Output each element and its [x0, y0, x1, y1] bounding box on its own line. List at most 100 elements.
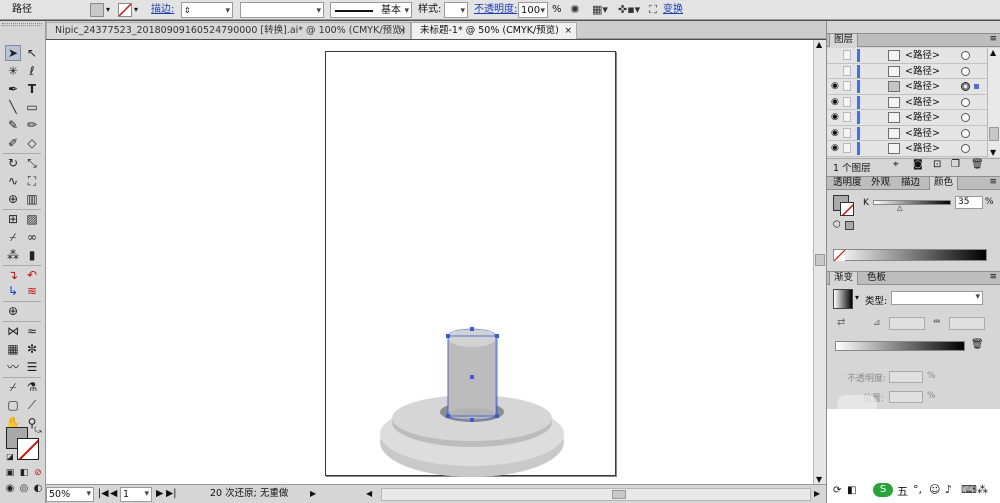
tray-app-icon[interactable]: ⟳: [833, 485, 841, 496]
locate-object-icon[interactable]: ⌖: [893, 159, 899, 170]
panel-menu-icon[interactable]: ≡: [989, 34, 997, 44]
gradient-trash-icon[interactable]: 🗑: [971, 339, 984, 350]
target-circle-icon[interactable]: [961, 128, 970, 138]
tab-color[interactable]: 颜色: [929, 177, 959, 190]
stroke-weight-field[interactable]: ⇕: [181, 2, 233, 19]
pedestal-artwork[interactable]: [326, 52, 617, 477]
artboard-nav-next-icon[interactable]: ▶: [156, 487, 163, 502]
layer-row[interactable]: ◉ <路径>: [827, 141, 987, 157]
knife-tool-icon[interactable]: ⟋: [24, 397, 40, 413]
stroke-weight-spinner[interactable]: ⇕: [184, 3, 191, 19]
layers-scroll-down[interactable]: ▼: [990, 148, 996, 157]
tray-keyboard-icon[interactable]: ⌨: [961, 483, 977, 496]
screen-mode-icon[interactable]: ◐: [30, 481, 46, 497]
opacity-label-link[interactable]: 不透明度:: [474, 2, 517, 18]
ime-logo-icon[interactable]: S: [873, 483, 893, 497]
magic-wand-tool-icon[interactable]: ✳: [5, 63, 21, 79]
graphic-style-dropdown[interactable]: [444, 2, 468, 19]
envelope-tool-icon[interactable]: ⋈: [5, 323, 21, 339]
warp-tool-icon[interactable]: ∿: [5, 173, 21, 189]
mesh-tool-icon[interactable]: ⊞: [5, 211, 21, 227]
artboard-tool-icon[interactable]: ↴: [5, 267, 21, 283]
visibility-eye-icon[interactable]: ◉: [831, 128, 841, 138]
layers-scroll-thumb[interactable]: [989, 127, 999, 141]
stroke-swatch[interactable]: [118, 3, 132, 17]
direct-selection-tool-icon[interactable]: ↖: [24, 45, 40, 61]
layer-row[interactable]: ◉ <路径>: [827, 110, 987, 126]
scroll-down-arrow[interactable]: ▼: [816, 475, 822, 484]
transform-icon[interactable]: ⛶: [646, 2, 660, 18]
tab-transparency[interactable]: 透明度: [829, 177, 866, 190]
hscroll-left-arrow[interactable]: ◀: [366, 487, 372, 502]
symbol-sprayer-tool-icon[interactable]: ⁂: [5, 247, 21, 263]
layer-row[interactable]: ◉ <路径>: [827, 79, 987, 95]
visibility-eye-icon[interactable]: ◉: [831, 112, 841, 122]
lock-toggle[interactable]: [843, 112, 851, 122]
pucker-tool-icon[interactable]: 〰: [5, 359, 21, 375]
color-spectrum-bar[interactable]: [833, 249, 987, 262]
tray-menu-icon[interactable]: ⁂: [977, 483, 988, 496]
stroke-label-link[interactable]: 描边:: [151, 2, 174, 18]
target-circle-icon[interactable]: [961, 82, 970, 91]
reverse-gradient-icon[interactable]: ⇄: [837, 317, 845, 328]
eyedropper-tool-icon[interactable]: ⌿: [5, 229, 21, 245]
tray-mic-icon[interactable]: ♪: [945, 483, 952, 496]
type-tool-icon[interactable]: T: [24, 81, 40, 97]
lock-toggle[interactable]: [843, 50, 851, 60]
new-sublayer-icon[interactable]: ⊡: [933, 159, 941, 170]
lock-toggle[interactable]: [843, 81, 851, 91]
layers-scroll-up[interactable]: ▲: [990, 48, 996, 57]
visibility-eye-icon[interactable]: ◉: [831, 97, 841, 107]
visibility-eye-icon[interactable]: ◉: [831, 81, 841, 91]
rotate-tool-icon[interactable]: ↻: [5, 155, 21, 171]
angle-field[interactable]: [889, 317, 925, 330]
stroke-dropdown-arrow[interactable]: ▾: [134, 2, 138, 18]
aspect-ratio-field[interactable]: [949, 317, 985, 330]
artboard-nav-last-icon[interactable]: ▶|: [166, 487, 177, 502]
layers-scrollbar[interactable]: ▲ ▼: [987, 48, 1000, 157]
line-tool-icon[interactable]: ╲: [5, 99, 21, 115]
gradient-preview-arrow[interactable]: ▾: [855, 293, 859, 302]
rectangle-tool-icon[interactable]: ▭: [24, 99, 40, 115]
target-circle-icon[interactable]: [961, 51, 970, 60]
canvas-area[interactable]: [46, 40, 826, 484]
tab-gradient[interactable]: 渐变: [829, 272, 859, 285]
gradient-slider-bar[interactable]: [835, 341, 965, 351]
paintbrush-tool-icon[interactable]: ✎: [5, 117, 21, 133]
recolor-artwork-icon[interactable]: ✺: [568, 2, 582, 18]
gradient-location-field[interactable]: [889, 391, 923, 403]
delete-layer-icon[interactable]: 🗑: [971, 159, 984, 170]
make-clipping-mask-icon[interactable]: ◙: [913, 159, 923, 170]
ime-character[interactable]: 五: [897, 483, 908, 499]
vertical-scroll-thumb[interactable]: [815, 254, 825, 266]
tray-expand-icon[interactable]: ◧: [847, 485, 856, 496]
measure-tool-icon[interactable]: ⌿: [5, 379, 21, 395]
lock-toggle[interactable]: [843, 143, 851, 153]
k-slider-track[interactable]: [873, 200, 951, 205]
crop-tool-icon[interactable]: ▢: [5, 397, 21, 413]
isolate-icon[interactable]: ✜▪▾: [618, 2, 640, 18]
tab-swatches[interactable]: 色板: [863, 272, 890, 285]
k-slider-handle[interactable]: △: [897, 204, 902, 212]
live-paint-tool-icon[interactable]: ⚗: [24, 379, 40, 395]
tray-punct-icon[interactable]: °,: [913, 483, 922, 496]
lock-toggle[interactable]: [843, 65, 851, 76]
lasso-tool-icon[interactable]: ℓ: [24, 63, 40, 79]
status-menu-arrow[interactable]: ▶: [310, 487, 316, 502]
lock-toggle[interactable]: [843, 96, 851, 107]
blend-tool-icon[interactable]: ∞: [24, 229, 40, 245]
free-transform-tool-icon[interactable]: ⛶: [24, 173, 40, 189]
color-stroke-swatch[interactable]: [840, 202, 854, 216]
fill-dropdown-arrow[interactable]: ▾: [106, 2, 110, 18]
tab-untitled-document[interactable]: 未标题-1* @ 50% (CMYK/预览) ×: [411, 22, 577, 39]
horizontal-scroll-thumb[interactable]: [612, 490, 626, 499]
target-circle-icon[interactable]: [961, 144, 970, 153]
out-of-gamut-icon[interactable]: ⬡: [833, 220, 841, 230]
opacity-field[interactable]: 100: [518, 2, 548, 19]
eraser-tool-icon[interactable]: ◇: [24, 135, 40, 151]
variable-width-profile[interactable]: [240, 2, 324, 19]
list-tool-icon[interactable]: ☰: [24, 359, 40, 375]
target-circle-icon[interactable]: [961, 66, 970, 76]
blob-brush-tool-icon[interactable]: ✐: [5, 135, 21, 151]
k-value-field[interactable]: 35: [955, 196, 983, 209]
